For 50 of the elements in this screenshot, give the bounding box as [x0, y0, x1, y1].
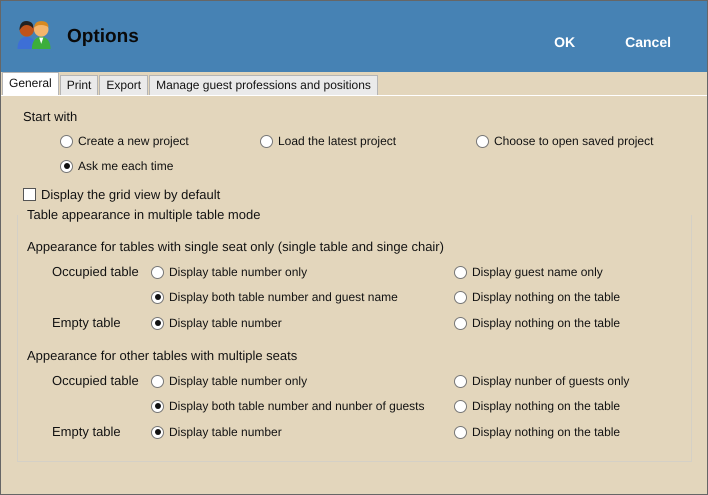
- radio-button[interactable]: [454, 374, 467, 388]
- radio-button[interactable]: [476, 134, 489, 148]
- section-heading: Appearance for tables with single seat only (single table and singe chair): [27, 239, 445, 254]
- radio-button[interactable]: [454, 400, 467, 412]
- header-button[interactable]: Cancel: [603, 30, 693, 54]
- radio-button[interactable]: [260, 134, 273, 148]
- radio-button[interactable]: [454, 316, 467, 330]
- radio-label: Display table number only: [169, 374, 308, 388]
- header-button[interactable]: OK: [532, 30, 598, 54]
- radio-label: Load the latest project: [278, 134, 396, 148]
- row-label: Occupied table: [51, 373, 140, 390]
- tab[interactable]: Manage guest professions and positions: [149, 75, 378, 95]
- row-label: Empty table: [51, 424, 122, 440]
- radio-button[interactable]: [151, 290, 164, 304]
- radio-label: Display nothing on the table: [472, 425, 620, 439]
- tab[interactable]: Print: [60, 75, 98, 95]
- radio-label: Display both table number and nunber of guests: [169, 399, 424, 413]
- section-label: Start with: [23, 109, 78, 124]
- radio-label: Display table number only: [169, 265, 308, 279]
- radio-label: Display nothing on the table: [472, 290, 620, 304]
- radio-label: Ask me each time: [78, 159, 174, 173]
- people-icon: [15, 18, 53, 49]
- radio-label: Display table number: [169, 425, 282, 439]
- checkbox-label: Display the grid view by default: [41, 187, 220, 202]
- radio-label: Display nothing on the table: [472, 316, 620, 330]
- row-label: Occupied table: [51, 264, 140, 281]
- radio-label: Create a new project: [78, 134, 189, 148]
- checkbox[interactable]: [23, 188, 36, 201]
- radio-label: Choose to open saved project: [494, 134, 654, 148]
- tab[interactable]: Export: [99, 75, 148, 95]
- radio-button[interactable]: [151, 266, 164, 278]
- radio-label: Display both table number and guest name: [169, 290, 398, 304]
- radio-label: Display table number: [169, 316, 282, 330]
- radio-button[interactable]: [454, 426, 467, 438]
- radio-label: Display nothing on the table: [472, 399, 620, 413]
- radio-button[interactable]: [454, 290, 467, 304]
- radio-button[interactable]: [454, 266, 467, 278]
- row-label: Empty table: [51, 315, 122, 331]
- radio-label: Display nunber of guests only: [472, 374, 630, 388]
- radio-button[interactable]: [151, 400, 164, 412]
- tab[interactable]: General: [2, 72, 59, 95]
- group-title: Table appearance in multiple table mode: [27, 207, 262, 222]
- window-title: Options: [67, 26, 139, 48]
- radio-button[interactable]: [151, 426, 164, 438]
- radio-button[interactable]: [151, 316, 164, 330]
- radio-button[interactable]: [60, 134, 73, 148]
- section-heading: Appearance for other tables with multiple seats: [27, 348, 298, 363]
- radio-button[interactable]: [151, 374, 164, 388]
- radio-button[interactable]: [60, 160, 73, 172]
- radio-label: Display guest name only: [472, 265, 603, 279]
